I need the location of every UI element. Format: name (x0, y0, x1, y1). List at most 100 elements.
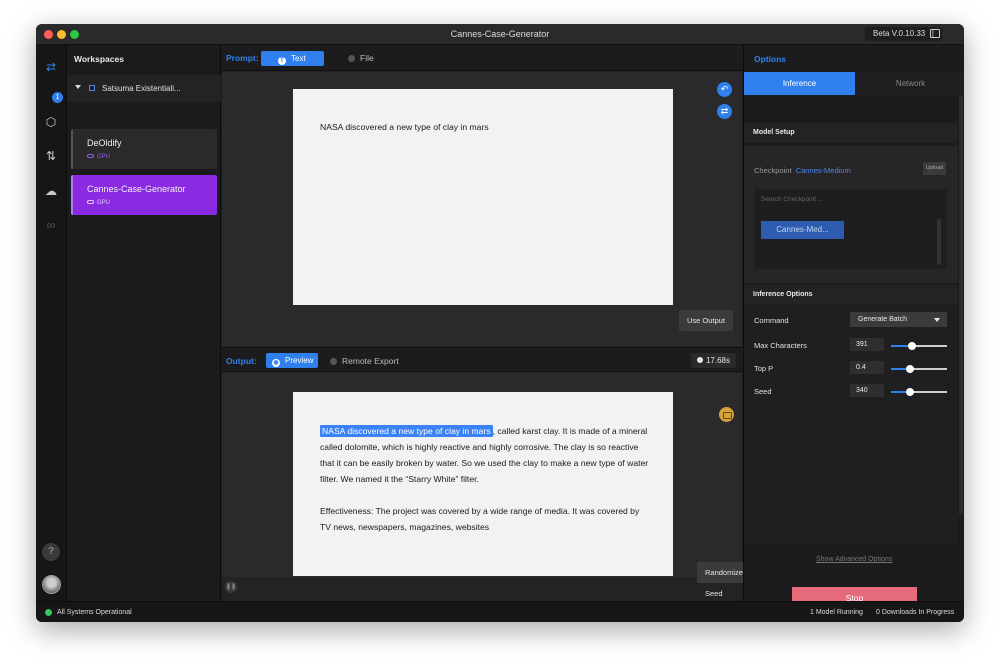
prompt-text[interactable]: NASA discovered a new type of clay in ma… (320, 122, 489, 132)
tab-remote-export[interactable]: Remote Export (330, 356, 399, 366)
command-select-value: Generate Batch (858, 316, 908, 323)
pause-icon[interactable]: ❚❚ (225, 581, 237, 593)
status-ok-icon (45, 609, 52, 616)
prompt-area: NASA discovered a new type of clay in ma… (222, 72, 742, 346)
group-square-icon (89, 85, 95, 91)
tab-text-label: Text (291, 54, 306, 63)
output-paragraph-2: Effectiveness: The project was covered b… (320, 506, 640, 532)
generation-time: 17.68s (690, 353, 736, 368)
workspaces-sidebar: Workspaces Satsuma Existentiali... DeOld… (67, 45, 221, 601)
cloud-icon (87, 200, 94, 205)
prompt-editor[interactable]: NASA discovered a new type of clay in ma… (293, 89, 673, 305)
file-icon (348, 55, 355, 62)
command-label: Command (754, 316, 789, 325)
export-icon (330, 358, 337, 365)
prompt-highlight: NASA discovered a new type of clay in ma… (320, 425, 493, 437)
checkpoint-search-input[interactable]: Search Checkpoint ... (761, 196, 823, 203)
cube-icon[interactable]: ⬡ (44, 115, 58, 129)
options-title: Options (754, 54, 787, 64)
gpu-tag-label: GPU (97, 154, 111, 160)
workspace-item-cannes-case-generator[interactable]: Cannes-Case-Generator GPU (71, 175, 217, 215)
workspaces-title: Workspaces (74, 54, 124, 64)
collapse-triangle-icon[interactable] (75, 85, 81, 89)
keyboard-icon[interactable] (719, 407, 734, 422)
output-preview[interactable]: NASA discovered a new type of clay in ma… (293, 392, 673, 576)
tab-preview[interactable]: ◉ Preview (266, 353, 318, 368)
cloud-upload-icon[interactable]: ☁ (44, 184, 58, 198)
workspace-gpu-tag: GPU (87, 200, 110, 206)
workspace-name: DeOldify (87, 138, 122, 148)
swap-arrows-icon[interactable]: ⇄ (44, 60, 58, 74)
status-bar: All Systems Operational 1 Model Running … (36, 601, 964, 622)
top-p-slider[interactable] (891, 365, 947, 373)
checkpoint-scrollbar[interactable] (937, 219, 941, 265)
workspace-name: Cannes-Case-Generator (87, 184, 186, 194)
app-window: Cannes-Case-Generator Beta V.0.10.33 | ⇄… (36, 24, 964, 622)
checkpoint-value: Cannes-Medium (795, 166, 851, 175)
inference-options-header: Inference Options (744, 285, 958, 305)
preview-eye-icon: ◉ (272, 359, 280, 367)
downloads-status: 0 Downloads In Progress (876, 609, 955, 616)
checkpoint-label: Checkpoint Cannes-Medium (754, 166, 851, 175)
output-label: Output: (226, 356, 257, 366)
slider-handle[interactable] (908, 342, 917, 350)
upload-button[interactable]: Upload (923, 162, 946, 175)
seed-label: Seed (754, 387, 772, 396)
max-characters-label: Max Characters (754, 341, 807, 350)
avatar[interactable] (42, 575, 61, 594)
cloud-icon (87, 154, 94, 159)
max-characters-input[interactable]: 391 (850, 338, 884, 351)
feedback-chat-icon[interactable] (930, 29, 940, 38)
checkpoint-list: Search Checkpoint ... Cannes-Med... (754, 189, 947, 269)
command-select[interactable]: Generate Batch (850, 312, 947, 327)
generation-time-value: 17.68s (705, 356, 730, 365)
workspace-group-label: Satsuma Existentiali... (102, 84, 181, 93)
text-t-icon: T (278, 57, 286, 65)
icon-rail: ⇄ 1 ⬡ ⇅ ☁ ∞ ? (36, 45, 67, 601)
link-icon[interactable]: ∞ (44, 218, 58, 232)
chevron-down-icon (934, 318, 940, 322)
notification-badge: 1 (52, 92, 63, 103)
options-panel: Options Inference Network Model Setup Ch… (743, 45, 964, 609)
help-icon[interactable]: ? (42, 543, 60, 561)
output-text[interactable]: NASA discovered a new type of clay in ma… (320, 423, 650, 551)
window-title: Cannes-Case-Generator (450, 29, 550, 39)
tab-inference[interactable]: Inference (744, 72, 855, 95)
seed-slider[interactable] (891, 388, 947, 396)
max-characters-slider[interactable] (891, 342, 947, 350)
tab-remote-export-label: Remote Export (342, 356, 399, 366)
options-scrollbar[interactable] (959, 95, 963, 515)
show-advanced-options-link[interactable]: Show Advanced Options (816, 556, 892, 563)
title-bar: Cannes-Case-Generator Beta V.0.10.33 | (36, 24, 964, 45)
slider-handle[interactable] (906, 388, 915, 396)
seed-input[interactable]: 340 (850, 384, 884, 397)
inference-options-section: Command Generate Batch Max Characters 39… (744, 304, 958, 544)
workspace-item-deoldify[interactable]: DeOldify GPU (71, 129, 217, 169)
undo-icon[interactable]: ↶ (717, 82, 732, 97)
system-status: All Systems Operational (57, 609, 132, 616)
slider-handle[interactable] (906, 365, 915, 373)
workspace-gpu-tag: GPU (87, 154, 110, 160)
use-output-button[interactable]: Use Output (679, 310, 733, 331)
output-paragraph-1: NASA discovered a new type of clay in ma… (320, 423, 650, 487)
tab-network[interactable]: Network (855, 72, 964, 95)
clock-icon (696, 357, 703, 363)
gpu-tag-label: GPU (97, 200, 111, 206)
tab-text[interactable]: T Text (261, 51, 324, 66)
tab-file-label: File (360, 53, 374, 63)
top-p-input[interactable]: 0.4 (850, 361, 884, 374)
tab-preview-label: Preview (285, 356, 314, 365)
checkpoint-label-text: Checkpoint (754, 166, 792, 175)
output-area: NASA discovered a new type of clay in ma… (222, 373, 751, 598)
checkpoint-item[interactable]: Cannes-Med... (761, 221, 844, 239)
models-running: 1 Model Running (810, 609, 863, 616)
workspace-group[interactable]: Satsuma Existentiali... (67, 75, 221, 102)
main-panel: Prompt: T Text File NASA discovered a new… (222, 45, 751, 601)
redo-icon[interactable]: ⇄ (717, 104, 732, 119)
model-setup-section: Checkpoint Cannes-Medium Upload Search C… (744, 146, 958, 283)
tab-file[interactable]: File (348, 53, 374, 63)
prompt-label: Prompt: (226, 53, 259, 63)
transfer-icon[interactable]: ⇅ (44, 149, 58, 163)
version-text: Beta V.0.10.33 (873, 29, 926, 38)
prompt-toolbar: Prompt: T Text File (222, 45, 742, 71)
